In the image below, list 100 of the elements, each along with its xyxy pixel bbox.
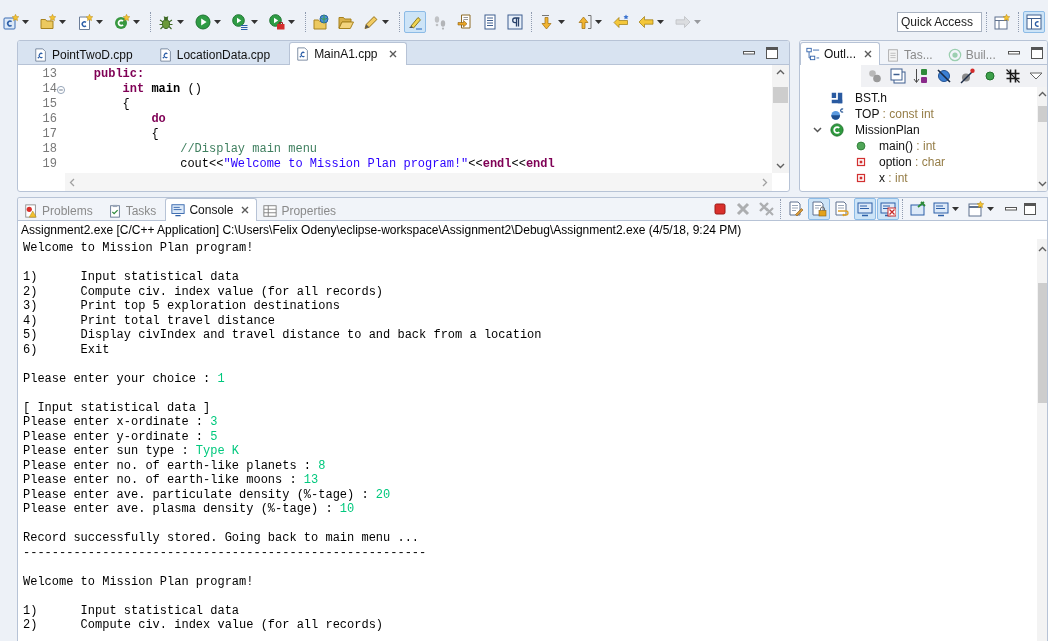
- outline-item[interactable]: option : char: [879, 155, 946, 169]
- close-icon[interactable]: [387, 49, 398, 59]
- x-mark-icon: [735, 201, 751, 217]
- editor-tab[interactable]: PointTwoD.cpp: [27, 43, 152, 65]
- outline-item[interactable]: TOP : const int: [855, 107, 934, 121]
- sort-icon[interactable]: [913, 68, 929, 84]
- editor-tab[interactable]: LocationData.cpp: [151, 43, 290, 65]
- clipboard-check-icon: [107, 203, 122, 218]
- scrollbar[interactable]: [1037, 87, 1047, 191]
- console-line: Welcome to Mission Plan program!: [23, 574, 254, 589]
- console-line: Record successfully stored. Going back to main menu ...: [23, 531, 420, 546]
- error-warning-icon: [24, 203, 38, 218]
- toolbar-button[interactable]: [310, 11, 332, 33]
- view-tab[interactable]: Outl...: [800, 42, 880, 65]
- scrollbar-thumb[interactable]: [1037, 283, 1047, 403]
- outline-item[interactable]: main() : int: [879, 139, 936, 153]
- console-line: 2) Compute civ. index value (for all records): [23, 284, 384, 299]
- console-line: Please enter your choice : 1: [23, 371, 225, 386]
- scrollbar[interactable]: [1037, 239, 1047, 641]
- code-line: {: [151, 127, 159, 142]
- perspective-button[interactable]: [1023, 11, 1045, 33]
- scrollbar-thumb[interactable]: [1037, 106, 1047, 122]
- toolbar-button[interactable]: [854, 198, 876, 220]
- pen-icon: [363, 14, 379, 30]
- outline-icon: [806, 47, 820, 61]
- file-icon: [158, 47, 173, 62]
- maximize-icon[interactable]: [1023, 202, 1037, 216]
- chevron-down-icon[interactable]: [1037, 181, 1047, 187]
- toolbar-button[interactable]: [877, 198, 899, 220]
- console-line: 4) Print total travel distance: [23, 313, 276, 328]
- console-line: Please enter y-ordinate : 5: [23, 429, 218, 444]
- view-tab[interactable]: Console: [165, 198, 258, 221]
- arrow-down-icon: [539, 14, 555, 30]
- outline-item[interactable]: MissionPlan: [855, 123, 920, 137]
- line-number: 13: [42, 67, 57, 81]
- editor-tab[interactable]: MainA1.cpp: [289, 42, 407, 65]
- footprints-icon: [432, 14, 448, 30]
- console-line: Please enter ave. particulate density (%-tage) : 20: [23, 487, 391, 502]
- chevron-down-icon[interactable]: [776, 163, 785, 169]
- chevron-up-icon[interactable]: [1037, 91, 1047, 97]
- method-icon: [854, 139, 868, 153]
- outline-item[interactable]: x : int: [879, 171, 908, 185]
- dot-icon[interactable]: [982, 68, 998, 84]
- collapse-all-icon[interactable]: [890, 68, 906, 84]
- console-line: 6) Exit: [23, 342, 110, 357]
- console-line: Please enter x-ordinate : 3: [23, 415, 218, 430]
- wrap-document-icon: [834, 201, 850, 217]
- target-icon: [947, 47, 962, 62]
- maximize-icon[interactable]: [765, 45, 779, 60]
- include-icon: [830, 91, 844, 105]
- table-icon: [263, 203, 278, 218]
- line-number: 15: [42, 97, 57, 111]
- toolbar-button[interactable]: [504, 11, 526, 33]
- highlighter-icon: [407, 14, 423, 30]
- monitor-icon: [933, 201, 949, 217]
- outline-item[interactable]: BST.h: [855, 91, 887, 105]
- console-line: 1) Input statistical data: [23, 270, 240, 285]
- bug-icon: [158, 14, 174, 30]
- scrollbar-thumb[interactable]: [773, 87, 788, 103]
- new-window-icon: [968, 201, 984, 217]
- line-number: 14: [42, 82, 57, 96]
- run-icon: [195, 14, 211, 30]
- run-list-icon: [232, 14, 248, 30]
- lock-document-icon: [811, 201, 827, 217]
- eraser-document-icon: [788, 201, 804, 217]
- toolbar-button[interactable]: [991, 11, 1013, 33]
- new-project-icon: [3, 14, 19, 30]
- chevron-up-icon[interactable]: [1037, 246, 1047, 252]
- close-icon[interactable]: [240, 205, 251, 215]
- chevron-down-icon[interactable]: [812, 127, 822, 133]
- variable-icon: [830, 107, 844, 121]
- new-file-icon: [77, 14, 93, 30]
- double-x-mark-icon: [758, 201, 774, 217]
- maximize-icon[interactable]: [1030, 45, 1044, 60]
- line-number: 16: [42, 112, 57, 126]
- forward-arrow-icon: [675, 14, 691, 30]
- console-line: --------------------------------------------------------: [23, 545, 427, 560]
- console-line: Welcome to Mission Plan program!: [23, 241, 254, 256]
- hash-slash-icon[interactable]: [1005, 68, 1021, 84]
- clipboard-icon: [886, 47, 900, 62]
- code-line: int main (): [122, 82, 202, 97]
- line-number: 17: [42, 127, 57, 141]
- code-line: do: [151, 112, 166, 127]
- toolbar-button[interactable]: [808, 198, 830, 220]
- scrollbar[interactable]: [772, 65, 789, 173]
- code-line: //Display main menu: [180, 142, 318, 157]
- close-icon[interactable]: [863, 49, 873, 59]
- circle-slash-icon[interactable]: [936, 68, 952, 84]
- quick-access-field[interactable]: Quick Access: [897, 12, 982, 32]
- pilcrow-icon: [507, 14, 523, 30]
- console-line: Please enter no. of earth-like moons : 13: [23, 473, 319, 488]
- stop-icon: [712, 201, 728, 217]
- line-number: 19: [42, 157, 57, 171]
- document-lines-icon: [482, 14, 498, 30]
- console-line: 3) Print top 5 exploration destinations: [23, 299, 340, 314]
- file-icon: [34, 47, 48, 62]
- chevron-up-icon[interactable]: [776, 69, 785, 75]
- line-number: 18: [42, 142, 57, 156]
- circle-slash-icon[interactable]: [959, 68, 975, 84]
- monitor-icon: [857, 201, 873, 217]
